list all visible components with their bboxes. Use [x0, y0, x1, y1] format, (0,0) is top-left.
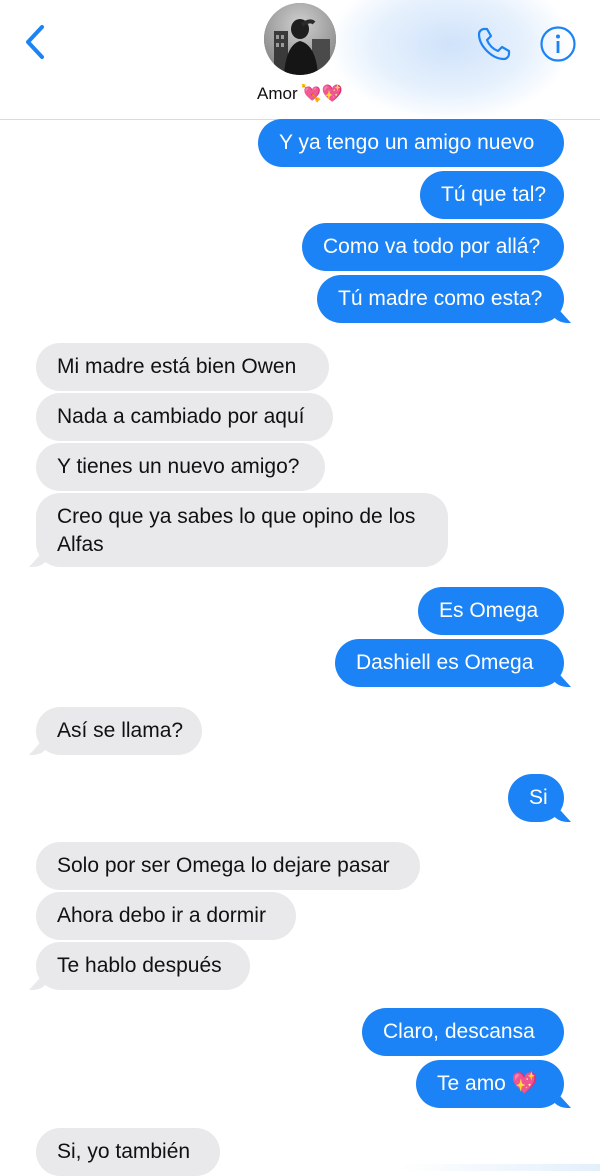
message-bubble-received[interactable]: Solo por ser Omega lo dejare pasar: [36, 842, 420, 890]
message-bubble-sent[interactable]: Como va todo por allá?: [302, 223, 564, 271]
message-bubble-sent[interactable]: Si: [508, 774, 564, 822]
call-button[interactable]: [474, 24, 516, 64]
message-bubble-received[interactable]: Creo que ya sabes lo que opino de los Al…: [36, 493, 448, 567]
message-bubble-sent[interactable]: Tú madre como esta?: [317, 275, 564, 323]
avatar-photo: [264, 3, 336, 75]
back-button[interactable]: [18, 22, 52, 62]
contact-name-label: Amor: [257, 84, 298, 103]
info-icon: [540, 26, 576, 62]
message-bubble-received[interactable]: Nada a cambiado por aquí: [36, 393, 333, 441]
message-bubble-received[interactable]: Si, yo también: [36, 1128, 220, 1176]
conversation-header: Amor 💘💖: [0, 0, 600, 120]
phone-icon: [477, 27, 511, 61]
info-button[interactable]: [538, 24, 578, 64]
message-bubble-sent[interactable]: Dashiell es Omega: [335, 639, 564, 687]
message-bubble-sent[interactable]: Te amo 💖: [416, 1060, 564, 1108]
message-bubble-sent[interactable]: Es Omega: [418, 587, 564, 635]
chevron-left-icon: [26, 25, 44, 59]
contact-avatar[interactable]: [264, 3, 336, 75]
message-bubble-received[interactable]: Mi madre está bien Owen: [36, 343, 329, 391]
bottom-blur-overlay: [400, 1164, 600, 1171]
message-bubble-received[interactable]: Te hablo después: [36, 942, 250, 990]
contact-name-emojis: 💘💖: [300, 84, 343, 103]
message-bubble-received[interactable]: Así se llama?: [36, 707, 202, 755]
message-bubble-sent[interactable]: Claro, descansa: [362, 1008, 564, 1056]
message-bubble-received[interactable]: Y tienes un nuevo amigo?: [36, 443, 325, 491]
contact-name[interactable]: Amor 💘💖: [200, 82, 400, 106]
message-bubble-sent[interactable]: Tú que tal?: [420, 171, 564, 219]
message-bubble-received[interactable]: Ahora debo ir a dormir: [36, 892, 296, 940]
message-bubble-sent[interactable]: Y ya tengo un amigo nuevo: [258, 119, 564, 167]
